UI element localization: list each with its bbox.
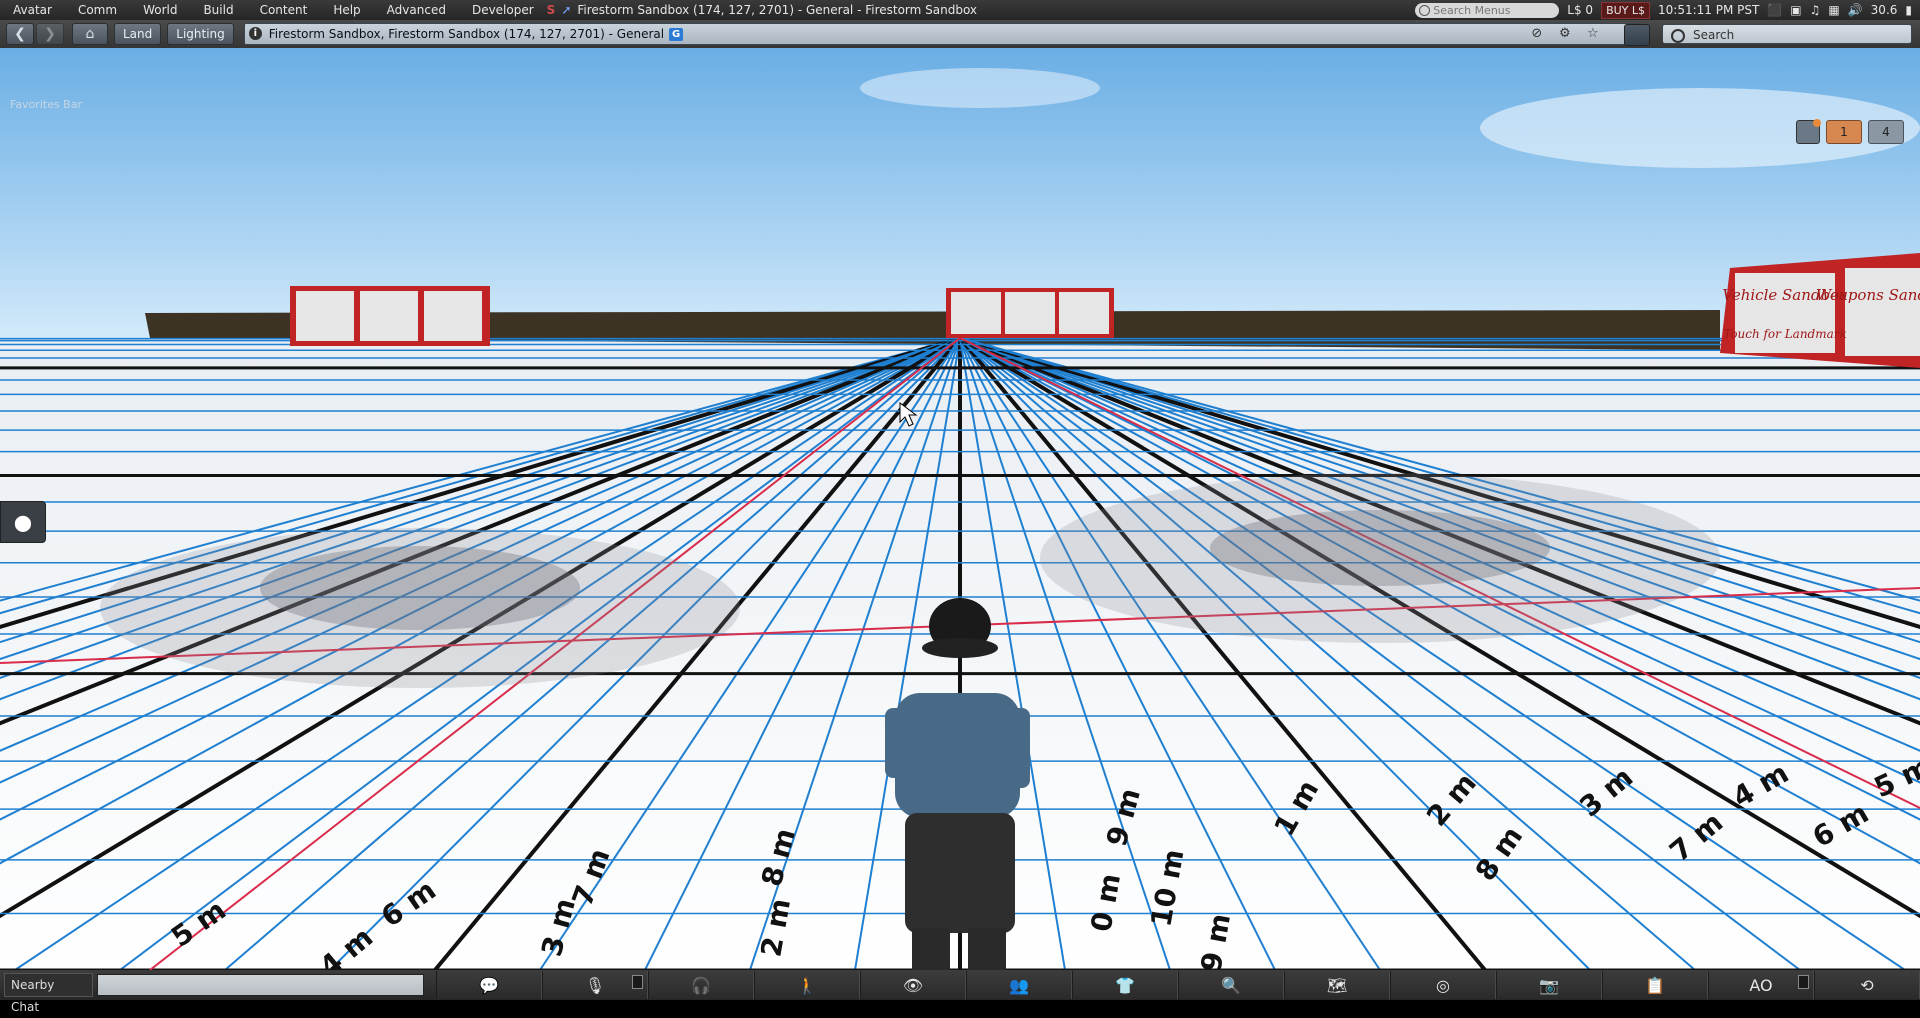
chat-bubble-icon: 💬	[479, 975, 499, 995]
eye-icon: 👁	[902, 975, 924, 995]
search-menus-field[interactable]: Search Menus	[1415, 2, 1560, 18]
sign-text: Weapons Sandbox	[1816, 286, 1920, 304]
view-button[interactable]: 👁	[860, 971, 966, 999]
floor-shadow	[260, 546, 580, 630]
conversations-button[interactable]: 💬	[436, 971, 542, 999]
sign-text: Touch for Landmark	[1723, 327, 1847, 341]
buy-currency-button[interactable]: BUY L$	[1601, 1, 1651, 19]
favorite-star-icon[interactable]: ☆	[1585, 26, 1601, 42]
snapshot-button[interactable]: 📷	[1496, 971, 1602, 999]
gesture-icon: ⟲	[1860, 975, 1874, 995]
search-field[interactable]: Search	[1662, 24, 1912, 44]
top-right-notifications: 1 4	[1796, 119, 1904, 144]
sign-group-center	[946, 288, 1114, 338]
script-status-icon[interactable]: S	[547, 3, 556, 17]
menu-comm[interactable]: Comm	[65, 0, 130, 20]
window-title: Firestorm Sandbox (174, 127, 2701) - Gen…	[577, 3, 978, 17]
location-dropdown-button[interactable]	[1624, 24, 1650, 46]
search-button[interactable]: 🔍	[1178, 971, 1284, 999]
menubar-status-area: Search Menus L$ 0 BUY L$ 10:51:11 PM PST…	[1415, 0, 1920, 20]
map-icon: 🗺	[1326, 975, 1348, 995]
maturity-badge[interactable]: G	[669, 28, 684, 41]
home-icon: ⌂	[85, 26, 95, 42]
location-icons: ⊘ ⚙ ☆	[1529, 26, 1601, 42]
shirt-icon: 👕	[1115, 975, 1135, 995]
appearance-button[interactable]: 👕	[1072, 971, 1178, 999]
arrow-right-icon: ❯	[44, 26, 56, 42]
notification-dot-icon	[1813, 119, 1821, 127]
floor-shadow	[1210, 510, 1550, 586]
map-button[interactable]: 🗺	[1284, 971, 1390, 999]
headphones-icon: 🎧	[691, 975, 711, 995]
voice-settings-button[interactable]: 🎧	[648, 971, 754, 999]
scene-render: 5 m6 m7 m8 m3 m2 m4 m0 m 10 m9 m1 m2 m3 m…	[0, 48, 1920, 983]
toolbar-buttons: 💬 🎙 🎧 🚶 👁 👥 👕 🔍 🗺 ◎ 📷 📋 AO ⟲	[436, 971, 1920, 999]
menu-avatar[interactable]: Avatar	[0, 0, 65, 20]
inventory-button[interactable]: 📋	[1602, 971, 1708, 999]
forward-button[interactable]: ❯	[36, 23, 64, 45]
chat-notifications-button[interactable]: 4	[1868, 120, 1904, 144]
gestures-button[interactable]: ⟲	[1814, 971, 1920, 999]
back-button[interactable]: ❮	[6, 23, 34, 45]
location-text: Firestorm Sandbox, Firestorm Sandbox (17…	[268, 27, 665, 41]
menu-advanced[interactable]: Advanced	[374, 0, 459, 20]
people-icon: 👥	[1009, 975, 1029, 995]
monitor-icon[interactable]: ▣	[1790, 3, 1801, 17]
parcel-flags-icon[interactable]: ⚙	[1557, 26, 1573, 42]
menu-build[interactable]: Build	[190, 0, 246, 20]
media-icon[interactable]: ▦	[1828, 3, 1839, 17]
map-pin-button[interactable]: ⬤	[0, 501, 46, 543]
land-button[interactable]: Land	[114, 23, 162, 45]
menu-world[interactable]: World	[130, 0, 190, 20]
search-placeholder: Search	[1693, 28, 1735, 42]
home-button[interactable]: ⌂	[72, 23, 108, 45]
move-button[interactable]: 🚶	[754, 971, 860, 999]
sign-group-left	[290, 286, 490, 346]
top-menu-bar: Avatar Comm World Build Content Help Adv…	[0, 0, 1920, 20]
walk-icon: 🚶	[797, 975, 817, 995]
world-viewport[interactable]: 5 m6 m7 m8 m3 m2 m4 m0 m 10 m9 m1 m2 m3 m…	[0, 48, 1920, 983]
search-icon: 🔍	[1221, 975, 1241, 995]
fps-label: 30.6	[1870, 3, 1898, 17]
sign-group-right	[1720, 253, 1920, 368]
cloud	[860, 68, 1100, 108]
clock-label: 10:51:11 PM PST	[1658, 3, 1760, 17]
balance-label: L$ 0	[1567, 3, 1594, 17]
chat-input[interactable]	[96, 974, 424, 996]
location-pin-icon: ⬤	[14, 512, 32, 532]
radar-button[interactable]: ◎	[1390, 971, 1496, 999]
volume-icon[interactable]: 🔊	[1848, 3, 1863, 17]
location-text-wrap: Firestorm Sandbox, Firestorm Sandbox (17…	[268, 24, 684, 44]
search-icon	[1419, 4, 1431, 16]
search-icon	[1671, 29, 1685, 43]
nearby-chat-button[interactable]: Nearby Chat	[4, 973, 93, 1014]
ao-button[interactable]: AO	[1708, 971, 1814, 999]
radar-icon: ◎	[1436, 975, 1450, 995]
lighting-button[interactable]: Lighting	[167, 23, 234, 45]
bottom-toolbar: Nearby Chat 💬 🎙 🎧 🚶 👁 👥 👕 🔍 🗺 ◎ 📷 📋 AO ⟲	[0, 970, 1920, 1014]
network-icon: ▮	[1905, 3, 1912, 17]
menu-developer[interactable]: Developer	[459, 0, 547, 20]
stream-music-icon[interactable]: ♫	[1810, 3, 1821, 17]
microphone-icon: 🎙	[584, 975, 606, 995]
camera-icon[interactable]: ⬛	[1767, 3, 1782, 17]
people-button[interactable]: 👥	[966, 971, 1072, 999]
voice-button[interactable]: 🎙	[542, 971, 648, 999]
no-scripts-icon[interactable]: ⊘	[1529, 26, 1545, 42]
navigation-bar: ❮ ❯ ⌂ Land Lighting i Firestorm Sandbox,…	[0, 20, 1920, 48]
camera-icon: 📷	[1539, 975, 1559, 995]
pathfinding-icon[interactable]: ➚	[561, 3, 571, 17]
inventory-icon: 📋	[1645, 975, 1665, 995]
ao-label: AO	[1749, 975, 1773, 995]
menu-help[interactable]: Help	[320, 0, 373, 20]
search-menus-placeholder: Search Menus	[1433, 3, 1511, 17]
notifications-button[interactable]: 1	[1826, 120, 1862, 144]
favorites-bar-label: Favorites Bar	[10, 98, 82, 111]
arrow-left-icon: ❮	[14, 26, 26, 42]
menu-content[interactable]: Content	[247, 0, 321, 20]
location-bar[interactable]: i Firestorm Sandbox, Firestorm Sandbox (…	[243, 23, 1636, 45]
info-icon[interactable]: i	[248, 27, 262, 40]
avatar-picker-button[interactable]	[1796, 119, 1821, 144]
